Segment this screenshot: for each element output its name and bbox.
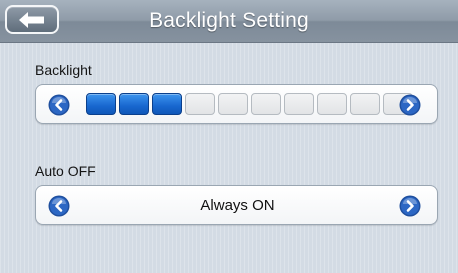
auto-off-value: Always ON [200,197,275,214]
chevron-left-icon [48,94,70,116]
backlight-level-segment[interactable] [86,93,116,115]
backlight-level-segment[interactable] [218,93,248,115]
title-bar: Backlight Setting [0,0,458,43]
backlight-increase-button[interactable] [399,94,421,116]
page-title: Backlight Setting [149,9,309,32]
backlight-decrease-button[interactable] [48,94,70,116]
chevron-right-icon [399,94,421,116]
backlight-level-segment[interactable] [251,93,281,115]
backlight-level-control [35,84,438,124]
backlight-level-segment[interactable] [317,93,347,115]
backlight-level-segment[interactable] [119,93,149,115]
backlight-level-segment[interactable] [185,93,215,115]
backlight-level-segment[interactable] [284,93,314,115]
auto-off-next-button[interactable] [399,195,421,217]
backlight-setting-screen: Backlight Setting Backlight Auto OFF Alw… [0,0,458,273]
backlight-level-segment[interactable] [152,93,182,115]
backlight-level-segment[interactable] [350,93,380,115]
auto-off-control: Always ON [35,185,438,225]
backlight-level-bar [86,93,413,115]
chevron-right-icon [399,195,421,217]
auto-off-label: Auto OFF [35,163,96,179]
backlight-label: Backlight [35,62,92,78]
